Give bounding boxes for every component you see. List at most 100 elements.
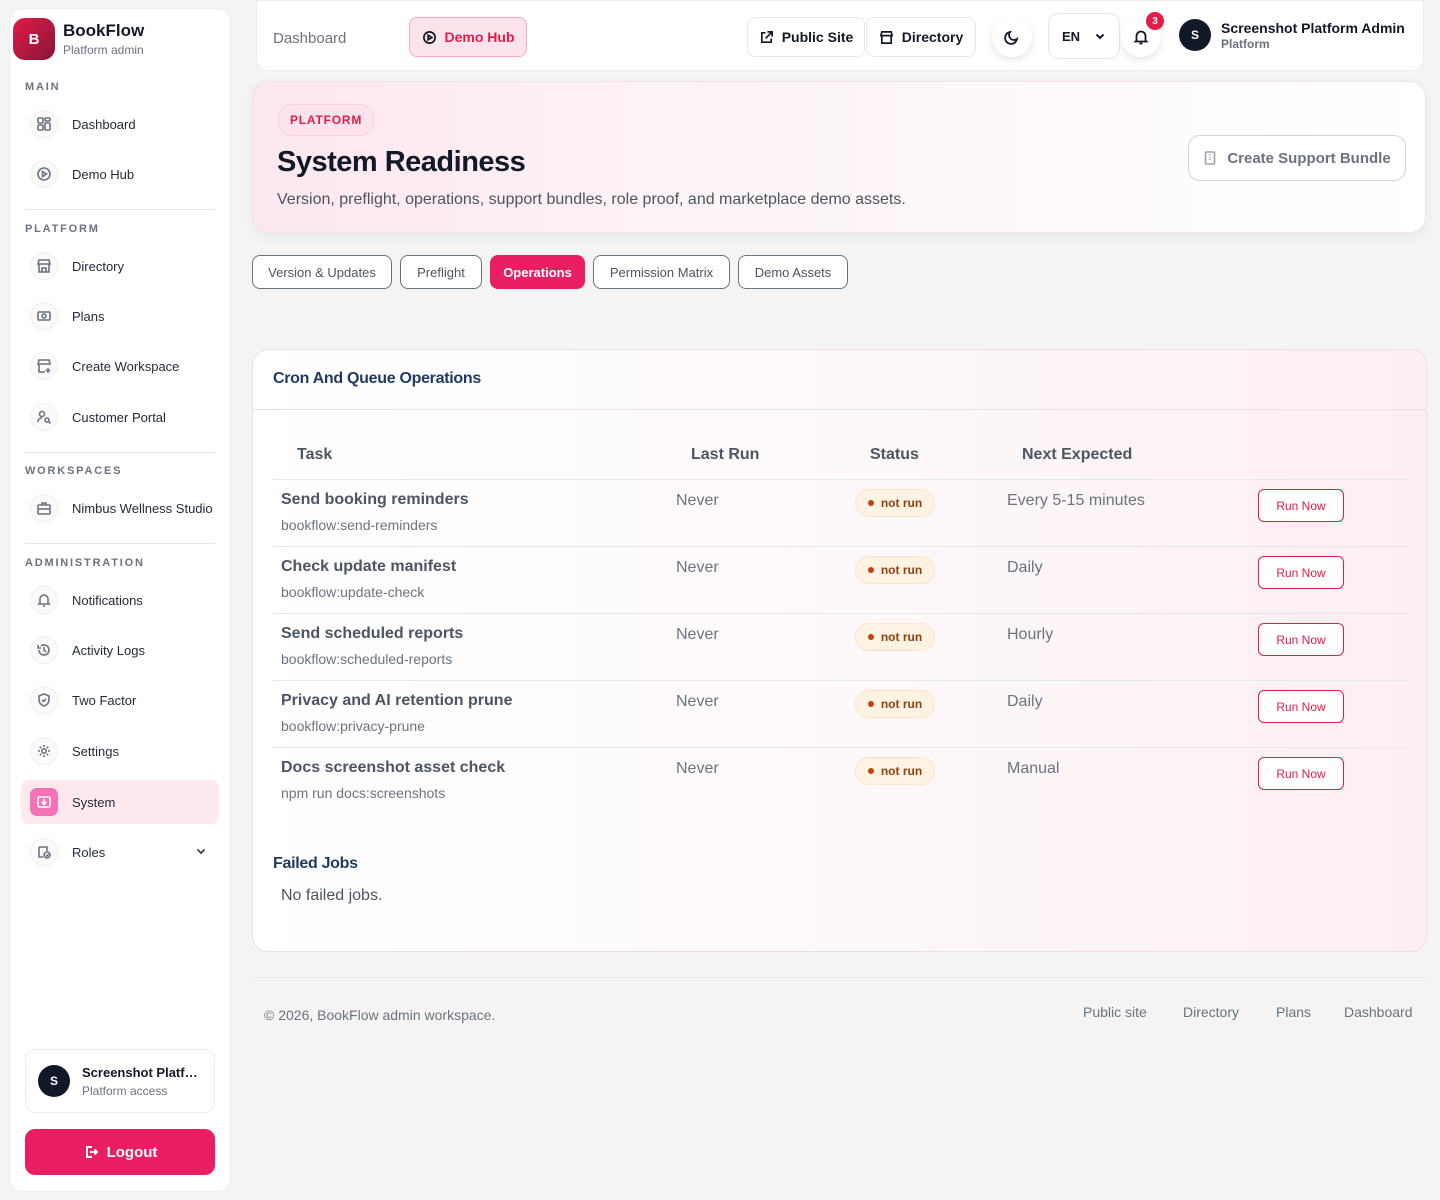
sidebar-item-system[interactable]: System — [21, 780, 219, 824]
section-workspaces: WORKSPACES — [25, 465, 123, 477]
tab-permission-matrix[interactable]: Permission Matrix — [593, 255, 730, 289]
footer-link-directory[interactable]: Directory — [1183, 1004, 1239, 1020]
footer-link-dashboard[interactable]: Dashboard — [1344, 1004, 1413, 1020]
next-expected: Manual — [1007, 760, 1060, 777]
tab-preflight[interactable]: Preflight — [400, 255, 482, 289]
run-now-button[interactable]: Run Now — [1258, 556, 1344, 589]
store-icon — [879, 30, 893, 44]
moon-icon — [1004, 30, 1019, 45]
demo-hub-button[interactable]: Demo Hub — [409, 17, 527, 57]
footer-divider — [252, 977, 1427, 978]
sidebar-item-directory[interactable]: Directory — [21, 244, 219, 288]
task-command: bookflow:send-reminders — [281, 517, 438, 533]
store-icon — [30, 252, 58, 280]
status-label: not run — [880, 563, 923, 577]
brand[interactable]: B BookFlow Platform admin — [12, 11, 230, 67]
logout-label: Logout — [106, 1143, 158, 1161]
footer-copyright: © 2026, BookFlow admin workspace. — [264, 1007, 496, 1023]
run-now-button[interactable]: Run Now — [1258, 489, 1344, 522]
tab-operations[interactable]: Operations — [490, 255, 585, 289]
theme-toggle-button[interactable] — [992, 17, 1032, 57]
footer-link-plans[interactable]: Plans — [1276, 1004, 1311, 1020]
sidebar-item-demo-hub[interactable]: Demo Hub — [21, 152, 219, 196]
dashboard-icon — [30, 110, 58, 138]
language-select[interactable]: EN — [1048, 13, 1120, 59]
language-value: EN — [1061, 28, 1081, 44]
sidebar-item-nimbus-wellness-studio[interactable]: Nimbus Wellness Studio — [21, 486, 219, 530]
table-row: Privacy and AI retention prune bookflow:… — [273, 681, 1409, 748]
task-name: Send booking reminders — [281, 491, 469, 508]
sidebar-item-create-workspace[interactable]: Create Workspace — [21, 344, 219, 388]
sidebar-item-notifications[interactable]: Notifications — [21, 578, 219, 622]
avatar: S — [38, 1065, 70, 1097]
sidebar-item-roles[interactable]: Roles — [21, 830, 219, 874]
sidebar-user-name: Screenshot Platform Admin — [82, 1064, 204, 1080]
sidebar-item-two-factor[interactable]: Two Factor — [21, 678, 219, 722]
section-main: MAIN — [25, 81, 61, 93]
history-icon — [30, 636, 58, 664]
store-add-icon — [30, 352, 58, 380]
sidebar-item-activity-logs[interactable]: Activity Logs — [21, 628, 219, 672]
notification-count-badge: 3 — [1146, 12, 1164, 30]
sidebar-item-dashboard[interactable]: Dashboard — [21, 102, 219, 146]
status-badge: not run — [855, 489, 935, 517]
roles-icon — [30, 838, 58, 866]
sidebar-item-settings[interactable]: Settings — [21, 729, 219, 773]
footer-link-public-site[interactable]: Public site — [1083, 1004, 1147, 1020]
sidebar-user-card[interactable]: S Screenshot Platform Admin Platform acc… — [25, 1049, 215, 1113]
topbar-user-role: Platform — [1221, 36, 1270, 51]
logout-icon — [85, 1146, 99, 1158]
sidebar-item-label: Dashboard — [72, 116, 136, 132]
sidebar-item-label: Notifications — [72, 592, 143, 608]
status-dot-icon — [867, 768, 874, 774]
topbar-user-menu[interactable]: S Screenshot Platform Admin Platform — [1179, 19, 1405, 51]
external-link-icon — [760, 30, 773, 43]
last-run: Never — [676, 559, 719, 576]
public-site-button[interactable]: Public Site — [747, 17, 865, 57]
task-name: Privacy and AI retention prune — [281, 692, 513, 709]
page-description: Version, preflight, operations, support … — [277, 191, 906, 208]
run-now-button[interactable]: Run Now — [1258, 757, 1344, 790]
topbar-user-name: Screenshot Platform Admin — [1221, 19, 1405, 36]
next-expected: Daily — [1007, 559, 1043, 576]
run-now-button[interactable]: Run Now — [1258, 690, 1344, 723]
brand-name: BookFlow — [63, 21, 145, 40]
operations-card-header: Cron And Queue Operations — [253, 350, 1426, 410]
sidebar-item-label: System — [72, 794, 116, 810]
task-command: bookflow:scheduled-reports — [281, 651, 453, 667]
logout-button[interactable]: Logout — [25, 1129, 215, 1175]
demo-hub-label: Demo Hub — [444, 29, 515, 45]
brand-subtitle: Platform admin — [63, 43, 144, 57]
create-support-bundle-button[interactable]: Create Support Bundle — [1188, 135, 1406, 181]
table-row: Send scheduled reports bookflow:schedule… — [273, 614, 1409, 681]
sidebar-item-label: Demo Hub — [72, 166, 135, 182]
operations-card: Cron And Queue Operations Task Last Run … — [252, 349, 1427, 952]
status-badge: not run — [855, 757, 935, 785]
operations-title: Cron And Queue Operations — [273, 370, 481, 387]
top-bar: Dashboard Demo Hub Public Site Directory… — [256, 0, 1424, 71]
next-expected: Hourly — [1007, 626, 1054, 643]
task-name: Send scheduled reports — [281, 625, 464, 642]
last-run: Never — [676, 626, 719, 643]
table-row: Docs screenshot asset check npm run docs… — [273, 748, 1409, 815]
status-dot-icon — [867, 567, 874, 573]
sidebar-item-label: Plans — [72, 308, 105, 324]
tab-version-updates[interactable]: Version & Updates — [252, 255, 392, 289]
sidebar-item-label: Roles — [72, 844, 106, 860]
sidebar-item-plans[interactable]: Plans — [21, 294, 219, 338]
failed-jobs-empty-state: No failed jobs. — [281, 887, 383, 904]
sidebar-item-label: Customer Portal — [72, 409, 166, 425]
column-header-last-run: Last Run — [691, 446, 760, 463]
status-label: not run — [880, 697, 923, 711]
status-dot-icon — [867, 701, 874, 707]
sidebar-item-label: Create Workspace — [72, 358, 180, 374]
run-now-button[interactable]: Run Now — [1258, 623, 1344, 656]
brand-logo: B — [13, 18, 55, 60]
bell-icon — [1133, 30, 1149, 45]
breadcrumb[interactable]: Dashboard — [273, 30, 346, 47]
last-run: Never — [676, 492, 719, 509]
tab-demo-assets[interactable]: Demo Assets — [738, 255, 848, 289]
directory-button[interactable]: Directory — [866, 17, 976, 57]
sidebar-item-customer-portal[interactable]: Customer Portal — [21, 395, 219, 439]
create-support-bundle-label: Create Support Bundle — [1227, 149, 1391, 167]
